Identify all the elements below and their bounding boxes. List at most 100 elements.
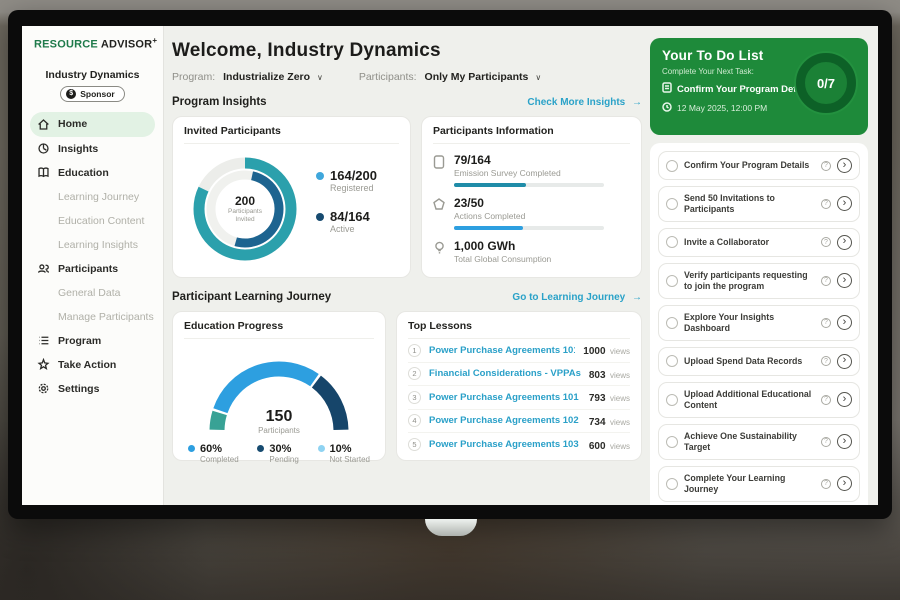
views-count: 734 (589, 417, 606, 428)
stat-actions-completed: 23/50 Actions Completed (433, 196, 630, 230)
participants-value: Only My Participants (425, 71, 529, 83)
help-icon[interactable]: ? (821, 437, 831, 447)
section-title: Program Insights (172, 96, 267, 108)
task-checkbox[interactable] (666, 478, 678, 490)
survey-icon (433, 155, 446, 187)
stat-emission-survey: 79/164 Emission Survey Completed (433, 153, 630, 187)
sidebar-item-home[interactable]: Home (30, 112, 155, 137)
chevron-right-icon[interactable]: › (837, 196, 852, 211)
lesson-row: 3 Power Purchase Agreements 101 793 view… (408, 386, 630, 410)
views-count: 803 (589, 370, 606, 381)
stat-consumption: 1,000 GWh Total Global Consumption (433, 239, 630, 264)
sponsor-badge[interactable]: $ Sponsor (60, 86, 124, 102)
task-label: Explore Your Insights Dashboard (684, 312, 815, 334)
sidebar-item-settings[interactable]: Settings (22, 377, 163, 401)
sidebar-item-label: Insights (58, 143, 98, 155)
program-insights-header: Program Insights Check More Insights → (172, 96, 642, 108)
task-row-achieve-target[interactable]: Achieve One Sustainability Target ? › (658, 424, 860, 460)
task-row-upload-spend-data[interactable]: Upload Spend Data Records ? › (658, 347, 860, 376)
chevron-right-icon[interactable]: › (837, 315, 852, 330)
task-checkbox[interactable] (666, 394, 678, 406)
task-row-upload-educational-content[interactable]: Upload Additional Educational Content ? … (658, 382, 860, 418)
program-filter[interactable]: Program: Industrialize Zero ∨ (172, 71, 323, 83)
chevron-right-icon[interactable]: › (837, 392, 852, 407)
lesson-link[interactable]: Power Purchase Agreements 102 (429, 415, 581, 426)
task-row-verify-participants[interactable]: Verify participants requesting to join t… (658, 263, 860, 299)
lesson-link[interactable]: Power Purchase Agreements 103 (429, 439, 581, 450)
card-title: Invited Participants (184, 125, 399, 144)
education-gauge-chart: 150 Participants (194, 347, 364, 435)
task-checkbox[interactable] (666, 355, 678, 367)
rank-badge: 5 (408, 438, 421, 451)
participants-information-card: Participants Information 79/164 Emission… (421, 116, 642, 278)
sidebar-item-label: Program (58, 335, 101, 347)
todo-column: Your To Do List Complete Your Next Task:… (650, 38, 868, 505)
stat-value: 1,000 GWh (454, 239, 551, 253)
chevron-right-icon[interactable]: › (837, 273, 852, 288)
stat-value: 23/50 (454, 196, 604, 210)
help-icon[interactable]: ? (821, 395, 831, 405)
sidebar-item-education-content[interactable]: Education Content (22, 209, 163, 233)
lesson-link[interactable]: Financial Considerations - VPPAs (429, 368, 581, 379)
task-row-confirm-program[interactable]: Confirm Your Program Details ? › (658, 151, 860, 180)
lesson-link[interactable]: Power Purchase Agreements 101 (429, 345, 575, 356)
task-checkbox[interactable] (666, 198, 678, 210)
sidebar-item-insights[interactable]: Insights (22, 137, 163, 161)
task-checkbox[interactable] (666, 236, 678, 248)
task-checkbox[interactable] (666, 160, 678, 172)
sidebar-item-education[interactable]: Education (22, 161, 163, 185)
sidebar-item-manage-participants[interactable]: Manage Participants (22, 305, 163, 329)
task-checkbox[interactable] (666, 436, 678, 448)
go-to-learning-journey-link[interactable]: Go to Learning Journey → (512, 292, 642, 303)
task-label: Confirm Your Program Details (684, 160, 815, 171)
help-icon[interactable]: ? (821, 199, 831, 209)
sidebar-item-program[interactable]: Program (22, 329, 163, 353)
chevron-right-icon[interactable]: › (837, 476, 852, 491)
task-row-complete-learning-journey[interactable]: Complete Your Learning Journey ? › (658, 466, 860, 502)
sidebar-item-participants[interactable]: Participants (22, 257, 163, 281)
views-suffix: views (610, 394, 630, 403)
page-title: Welcome, Industry Dynamics (172, 40, 642, 62)
sidebar-item-general-data[interactable]: General Data (22, 281, 163, 305)
task-label: Verify participants requesting to join t… (684, 270, 815, 292)
legend-item-active: 84/164 Active (316, 209, 377, 234)
chevron-right-icon[interactable]: › (837, 235, 852, 250)
link-label: Go to Learning Journey (512, 292, 625, 303)
program-icon (36, 334, 50, 348)
sidebar-item-learning-insights[interactable]: Learning Insights (22, 233, 163, 257)
task-row-explore-insights[interactable]: Explore Your Insights Dashboard ? › (658, 305, 860, 341)
settings-icon (36, 382, 50, 396)
views-suffix: views (610, 371, 630, 380)
help-icon[interactable]: ? (821, 356, 831, 366)
lesson-link[interactable]: Power Purchase Agreements 101 (429, 392, 581, 403)
chevron-right-icon[interactable]: › (837, 354, 852, 369)
help-icon[interactable]: ? (821, 479, 831, 489)
chevron-right-icon[interactable]: › (837, 434, 852, 449)
sidebar-item-label: Take Action (58, 359, 116, 371)
rank-badge: 1 (408, 344, 421, 357)
sidebar-item-take-action[interactable]: Take Action (22, 353, 163, 377)
help-icon[interactable]: ? (821, 318, 831, 328)
check-more-insights-link[interactable]: Check More Insights → (527, 97, 642, 108)
education-icon (36, 166, 50, 180)
legend-value: 84/164 (330, 209, 370, 224)
todo-task-list: Confirm Your Program Details ? › Send 50… (650, 143, 868, 505)
task-checkbox[interactable] (666, 275, 678, 287)
help-icon[interactable]: ? (821, 161, 831, 171)
task-row-send-invitations[interactable]: Send 50 Invitations to Participants ? › (658, 186, 860, 222)
stat-label: Total Global Consumption (454, 254, 551, 264)
help-icon[interactable]: ? (821, 276, 831, 286)
chevron-right-icon[interactable]: › (837, 158, 852, 173)
participants-icon (36, 262, 50, 276)
help-icon[interactable]: ? (821, 237, 831, 247)
task-checkbox[interactable] (666, 317, 678, 329)
sidebar-item-learning-journey[interactable]: Learning Journey (22, 185, 163, 209)
participants-filter[interactable]: Participants: Only My Participants ∨ (359, 71, 541, 83)
insights-icon (36, 142, 50, 156)
main-content: Welcome, Industry Dynamics Program: Indu… (164, 26, 650, 505)
app-screen: RESOURCE ADVISOR+ Industry Dynamics $ Sp… (22, 26, 878, 505)
task-row-invite-collaborator[interactable]: Invite a Collaborator ? › (658, 228, 860, 257)
task-label: Send 50 Invitations to Participants (684, 193, 815, 215)
insights-cards-row: Invited Participants 200 Participants I (172, 116, 642, 278)
legend-label: Pending (269, 455, 298, 464)
